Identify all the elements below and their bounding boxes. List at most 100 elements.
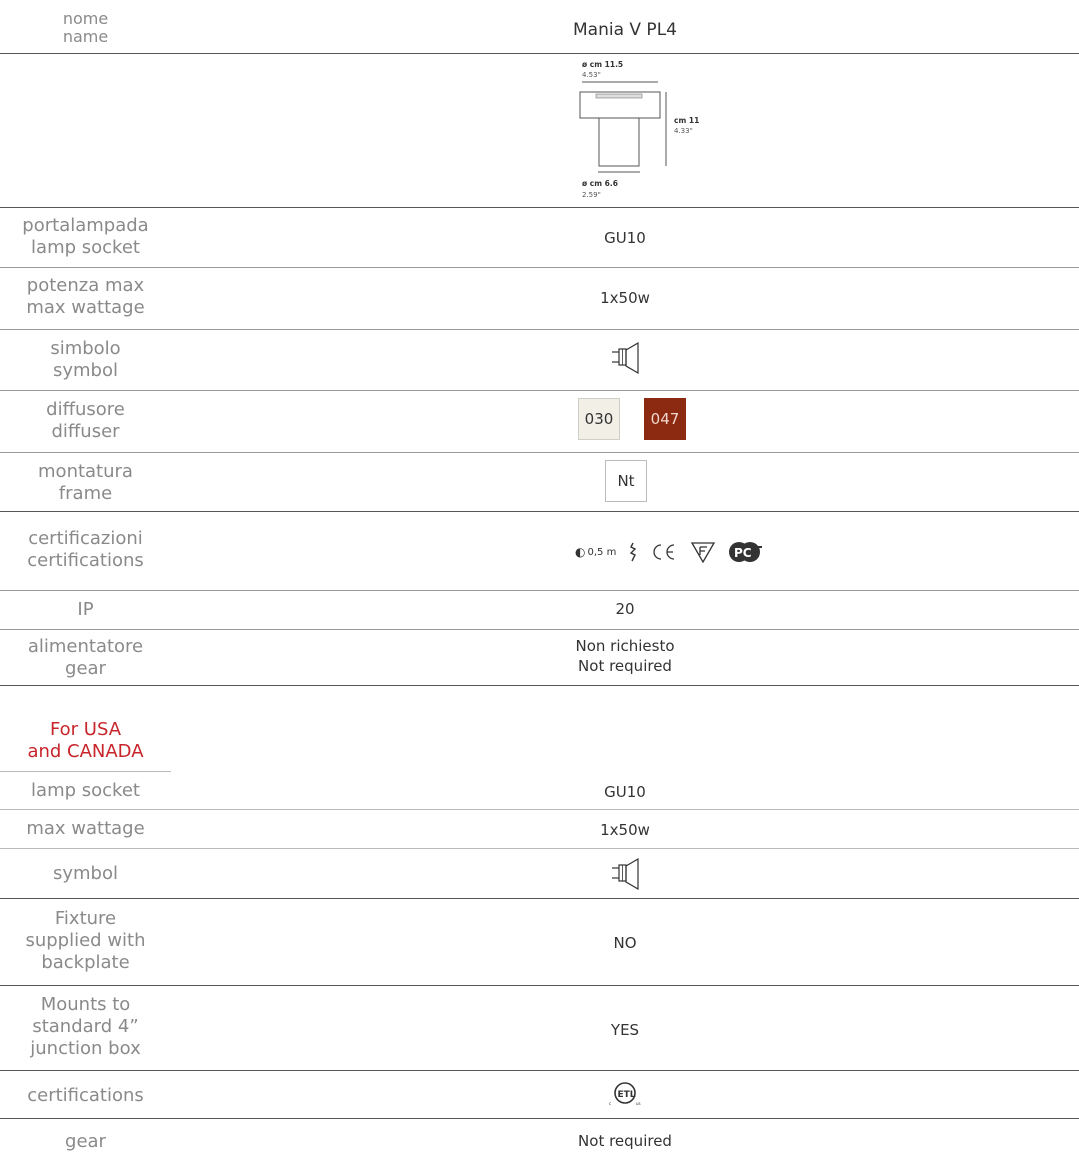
diffuser-swatches: 030 047 [578,398,686,440]
usa-junction-label-1: Mounts to [40,994,131,1015]
top-dim-label: ø cm 11.5 [582,60,623,69]
usa-max-wattage-label: max wattage [26,818,145,839]
top-dim-inch: 4.53" [582,71,601,79]
certification-marks: ◐ 0,5 m PC [575,540,764,564]
frame-label-en: frame [58,483,113,504]
distance-value: 0,5 m [587,546,617,558]
symbol-row: simbolo symbol [0,330,1079,390]
diffuser-row: diffusore diffuser 030 047 [0,391,1079,451]
name-row: nome name Mania V PL4 [0,0,1079,53]
product-name: Mania V PL4 [573,20,677,40]
frame-code: Nt [617,472,635,490]
usa-backplate-label-2: supplied with [25,930,146,951]
usa-gear-row: gear Not required [0,1119,1079,1157]
gear-label-it: alimentatore [27,636,144,657]
gear-value: Non richiesto Not required [171,636,1079,676]
usa-backplate-value: NO [613,934,637,952]
bottom-dim-inch: 2.59" [582,191,601,199]
diffuser-swatch-047[interactable]: 047 [644,398,686,440]
gear-value-it: Non richiesto [575,637,675,655]
usa-backplate-row: Fixture supplied with backplate NO [0,899,1079,985]
bottom-dim-label: ø cm 6.6 [582,179,618,188]
lamp-socket-label-it: portalampada [22,215,149,236]
symbol-label-it: simbolo [50,338,121,359]
usa-lamp-socket-label: lamp socket [31,780,140,801]
usa-symbol-label: symbol [52,863,118,884]
lamp-socket-row: portalampada lamp socket GU10 [0,208,1079,266]
etl-us: us [636,1101,641,1106]
symbol-label: simbolo symbol [0,334,171,386]
etl-c: c [609,1101,611,1106]
pct-mark-icon: PC [729,542,763,562]
lamp-socket-label-en: lamp socket [31,237,140,258]
max-wattage-value: 1x50w [600,289,650,307]
usa-certifications-row: certifications ETL c us [0,1071,1079,1117]
svg-text:PC: PC [734,546,752,560]
f-mark-icon [691,542,716,563]
usa-backplate-label: Fixture supplied with backplate [0,905,171,977]
usa-certifications-label: certifications [27,1085,144,1106]
frame-label-it: montatura [38,461,133,482]
usa-gear-label: gear [65,1131,106,1152]
gear-row: alimentatore gear Non richiesto Not requ… [0,630,1079,685]
name-label-en: name [62,27,109,46]
certifications-label: certificazioni certifications [0,524,171,576]
usa-max-wattage-value: 1x50w [600,821,650,839]
usa-gear-value: Not required [578,1132,672,1150]
divider [0,685,1079,686]
diffuser-swatch-030[interactable]: 030 [578,398,620,440]
etl-mark-icon: ETL c us [609,1082,641,1106]
lamp-dimension-drawing: ø cm 11.5 4.53" cm 11 4.33" ø cm 6.6 2.5… [579,60,699,199]
frame-label: montatura frame [0,457,171,509]
ip-value: 20 [615,600,635,618]
flammability-icon [630,542,637,562]
frame-row: montatura frame Nt [0,453,1079,511]
name-label-it: nome [62,9,109,28]
lamp-socket-value: GU10 [604,229,646,247]
bulb-symbol-icon [612,341,639,375]
usa-junction-label-3: junction box [30,1038,141,1059]
gear-label-en: gear [65,658,106,679]
usa-backplate-label-3: backplate [41,952,130,973]
distance-icon: ◐ [575,545,586,559]
usa-lamp-socket-value: GU10 [604,783,646,801]
gear-value-en: Not required [578,657,672,675]
certifications-row: certificazioni certifications ◐ 0,5 m PC [0,512,1079,590]
gear-label: alimentatore gear [0,633,171,683]
usa-backplate-label-1: Fixture [54,908,117,929]
usa-max-wattage-row: max wattage 1x50w [0,810,1079,846]
name-label: nome name [0,8,171,48]
diffuser-code-030: 030 [584,410,614,428]
lamp-socket-label: portalampada lamp socket [0,212,171,262]
usa-junction-row: Mounts to standard 4” junction box YES [0,986,1079,1070]
usa-heading-text: For USA and CANADA [0,716,171,766]
max-wattage-row: potenza max max wattage 1x50w [0,268,1079,326]
usa-symbol-row: symbol [0,849,1079,897]
ip-label: IP [77,599,94,620]
etl-text: ETL [618,1090,636,1100]
certifications-label-en: certifications [27,550,144,571]
height-dim-inch: 4.33" [674,127,693,135]
symbol-label-en: symbol [52,360,118,381]
height-dim-label: cm 11 [674,116,699,125]
diffuser-label-it: diffusore [46,399,125,420]
bulb-symbol-icon [612,857,639,891]
frame-swatch-nt[interactable]: Nt [605,460,647,502]
certifications-label-it: certificazioni [28,528,143,549]
usa-junction-label-2: standard 4” [32,1016,139,1037]
usa-junction-label: Mounts to standard 4” junction box [0,991,171,1063]
diffuser-code-047: 047 [650,410,680,428]
ce-mark-icon [653,544,675,560]
ip-row: IP 20 [0,591,1079,629]
usa-lamp-socket-row: lamp socket GU10 [0,772,1079,808]
diffuser-label: diffusore diffuser [0,395,171,447]
usa-heading-line2: and CANADA [27,741,144,762]
drawing-row: ø cm 11.5 4.53" cm 11 4.33" ø cm 6.6 2.5… [0,54,1079,207]
max-wattage-label: potenza max max wattage [0,272,171,322]
usa-junction-value: YES [610,1021,640,1039]
max-wattage-label-it: potenza max [26,275,145,296]
max-wattage-label-en: max wattage [26,297,145,318]
usa-heading: For USA and CANADA [0,716,1079,766]
usa-heading-line1: For USA [49,719,122,740]
diffuser-label-en: diffuser [51,421,120,442]
